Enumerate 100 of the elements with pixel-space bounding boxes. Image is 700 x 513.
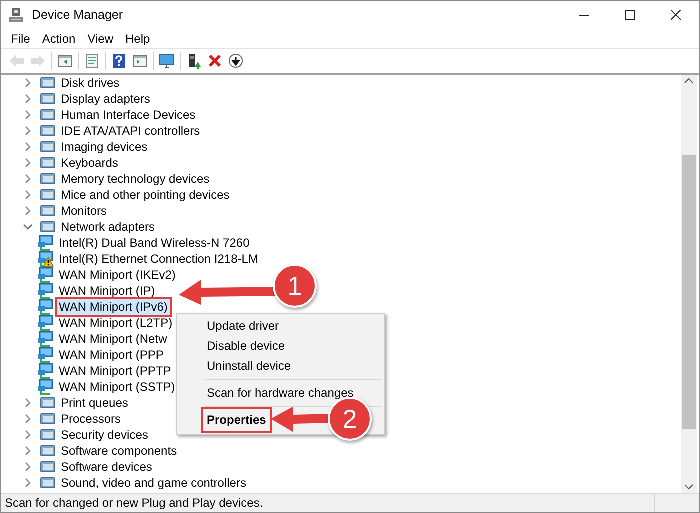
tree-item[interactable]: Sound, video and game controllers [59,475,248,491]
tree-item[interactable]: WAN Miniport (L2TP) [57,315,175,331]
menu-item[interactable]: Disable device [179,336,382,356]
expand-chevron-icon[interactable] [23,174,33,184]
tree-item[interactable]: Print queues [59,395,130,411]
expand-chevron-icon[interactable] [23,478,33,488]
device-category-icon [40,203,56,219]
tree-item[interactable]: Mice and other pointing devices [59,187,232,203]
tree-item[interactable]: Software components [59,443,180,459]
help-icon [111,53,127,69]
tree-item[interactable]: Network adapters [59,219,158,235]
expand-chevron-icon[interactable] [23,158,33,168]
window-title: Device Manager [32,8,124,22]
tree-item[interactable]: WAN Miniport (IKEv2) [57,267,178,283]
expand-chevron-icon[interactable] [23,78,33,88]
network-adapter-icon [38,299,54,315]
download-icon [228,53,244,69]
menu-bar-item[interactable]: Action [36,32,82,46]
tree-item[interactable]: Disk drives [59,75,122,91]
expand-chevron-icon[interactable] [23,398,33,408]
expand-chevron-icon[interactable] [23,206,33,216]
menu-bar-item[interactable]: Help [120,32,156,46]
device-category-icon [40,91,56,107]
help-button[interactable] [110,52,128,70]
panel-icon [132,53,148,69]
expand-chevron-icon[interactable] [23,414,33,424]
close-button[interactable] [206,52,224,70]
tree-item[interactable]: Security devices [59,427,150,443]
menu-bar-item[interactable]: File [5,32,36,46]
network-adapter-icon [38,267,54,283]
expand-chevron-icon[interactable] [23,190,33,200]
device-category-icon [40,187,56,203]
device-category-icon [40,411,56,427]
network-adapter-icon [38,283,54,299]
device-category-icon [40,155,56,171]
device-manager-app-icon [8,7,24,23]
device-category-icon [40,139,56,155]
menu-item[interactable]: Uninstall device [179,356,382,376]
expand-chevron-icon[interactable] [23,142,33,152]
expand-chevron-icon[interactable] [23,110,33,120]
device-category-icon [40,75,56,91]
device-category-icon [40,171,56,187]
download-button[interactable] [227,52,245,70]
close-icon [671,10,681,20]
network-adapter-icon [38,315,54,331]
tree-item[interactable]: Software devices [59,459,154,475]
device-category-icon [40,219,56,235]
tree-item[interactable]: Human Interface Devices [59,107,198,123]
tree-item[interactable]: Display adapters [59,91,152,107]
properties-button[interactable] [83,52,101,70]
back-arrow-icon [9,53,25,69]
tree-item[interactable]: WAN Miniport (Netw [57,331,170,347]
forward-arrow-icon [30,53,46,69]
network-adapter-icon [38,331,54,347]
expand-chevron-icon[interactable] [23,430,33,440]
properties-icon [84,53,100,69]
menu-item[interactable]: Update driver [179,316,382,336]
expand-chevron-icon[interactable] [23,462,33,472]
tree-item[interactable]: WAN Miniport (PPTP [57,363,174,379]
monitor-button[interactable] [158,52,176,70]
panel-button[interactable] [131,52,149,70]
tree-item[interactable]: WAN Miniport (IPv6) [57,299,170,315]
menu-bar-item[interactable]: View [82,32,120,46]
device-category-icon [40,395,56,411]
device-category-icon [40,123,56,139]
panel-icon [57,53,73,69]
tree-item[interactable]: WAN Miniport (PPP [57,347,166,363]
scroll-up-icon [684,78,694,84]
tree-item[interactable]: Imaging devices [59,139,150,155]
device-category-icon [40,427,56,443]
close-icon [207,53,223,69]
expand-chevron-icon[interactable] [23,94,33,104]
tree-item[interactable]: Keyboards [59,155,120,171]
tree-item[interactable]: WAN Miniport (SSTP) [57,379,178,395]
device-category-icon [40,107,56,123]
scrollbar-thumb[interactable] [682,155,696,429]
device-category-icon [40,475,56,491]
collapse-chevron-icon[interactable] [23,222,33,232]
tree-item[interactable]: Memory technology devices [59,171,212,187]
expand-chevron-icon[interactable] [23,126,33,136]
network-adapter-icon [38,363,54,379]
scroll-down-icon [684,484,694,490]
expand-chevron-icon[interactable] [23,446,33,456]
scrollbar[interactable] [681,75,697,493]
step-number-badge: 1 [273,264,317,308]
network-adapter-icon [38,347,54,363]
tree-item[interactable]: Processors [59,411,124,427]
maximize-icon [625,10,635,20]
driver-update-icon [186,53,202,69]
device-category-icon [40,443,56,459]
tree-item[interactable]: Monitors [59,203,110,219]
device-category-icon [40,459,56,475]
status-bar-text: Scan for changed or new Plug and Play devices. [4,496,264,510]
monitor-icon [159,53,175,69]
tree-item[interactable]: Intel(R) Ethernet Connection I218-LM [57,251,260,267]
tree-item[interactable]: WAN Miniport (IP) [57,283,158,299]
tree-item[interactable]: Intel(R) Dual Band Wireless-N 7260 [57,235,252,251]
panel-button[interactable] [56,52,74,70]
network-adapter-icon [38,235,54,251]
tree-item[interactable]: IDE ATA/ATAPI controllers [59,123,202,139]
